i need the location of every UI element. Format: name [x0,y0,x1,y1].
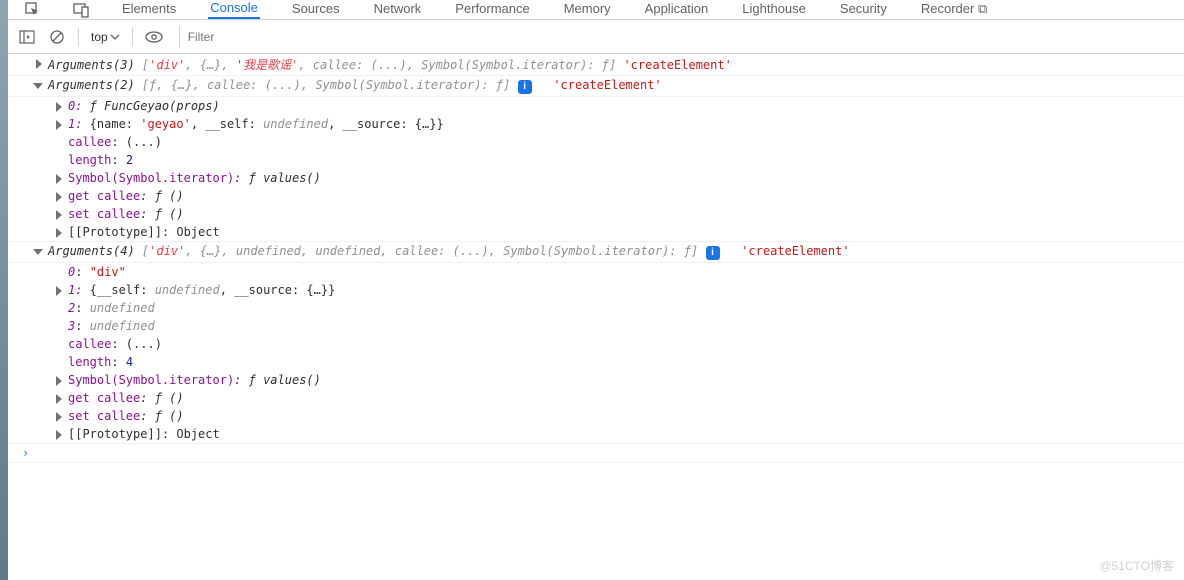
expand-arrow-icon[interactable] [56,286,62,296]
tab-elements[interactable]: Elements [120,1,178,18]
object-prop[interactable]: 1: {__self: undefined, __source: {…}} [8,281,1184,299]
object-prop: 2: undefined [8,299,1184,317]
object-prop[interactable]: get callee: ƒ () [8,389,1184,407]
context-selector[interactable]: top [91,30,120,44]
clear-console-icon[interactable] [48,28,66,46]
tab-security[interactable]: Security [838,1,889,18]
tab-sources[interactable]: Sources [290,1,342,18]
console-toolbar: top [8,20,1184,54]
tab-application[interactable]: Application [643,1,711,18]
expand-arrow-icon[interactable] [56,102,62,112]
console-prompt[interactable]: › [8,444,1184,463]
collapse-arrow-icon[interactable] [33,83,43,89]
object-prop[interactable]: [[Prototype]]: Object [8,223,1184,242]
object-prop[interactable]: set callee: ƒ () [8,205,1184,223]
device-toggle-icon[interactable] [72,1,90,19]
object-prop[interactable]: Symbol(Symbol.iterator): ƒ values() [8,169,1184,187]
object-prop[interactable]: 1: {name: 'geyao', __self: undefined, __… [8,115,1184,133]
expand-arrow-icon[interactable] [56,228,62,238]
object-prop: length: 4 [8,353,1184,371]
expand-arrow-icon[interactable] [56,210,62,220]
log-summary[interactable]: Arguments(3) ['div', {…}, '我是歌谣', callee… [48,58,623,72]
expand-arrow-icon[interactable] [56,412,62,422]
log-tag: 'createElement' [553,78,661,92]
expand-arrow-icon[interactable] [56,376,62,386]
expand-arrow-icon[interactable] [56,394,62,404]
info-icon[interactable]: i [706,246,720,260]
log-entry: Arguments(3) ['div', {…}, '我是歌谣', callee… [8,54,1184,76]
live-expression-icon[interactable] [145,28,163,46]
preview-icon: ⧉ [978,1,987,16]
object-prop[interactable]: [[Prototype]]: Object [8,425,1184,444]
window-edge [0,0,8,580]
collapse-arrow-icon[interactable] [33,249,43,255]
sidebar-toggle-icon[interactable] [18,28,36,46]
filter-input[interactable] [179,26,1174,48]
expand-arrow-icon[interactable] [56,120,62,130]
chevron-down-icon [110,32,120,42]
watermark: @51CTO博客 [1099,557,1174,574]
tab-lighthouse[interactable]: Lighthouse [740,1,808,18]
object-prop[interactable]: callee: (...) [8,335,1184,353]
tab-network[interactable]: Network [372,1,424,18]
expand-arrow-icon[interactable] [36,59,42,69]
log-tag: 'createElement' [741,244,849,258]
object-prop: length: 2 [8,151,1184,169]
separator [78,28,79,46]
object-prop[interactable]: get callee: ƒ () [8,187,1184,205]
console-log: Arguments(3) ['div', {…}, '我是歌谣', callee… [8,54,1184,463]
log-tag: 'createElement' [623,58,731,72]
object-prop[interactable]: Symbol(Symbol.iterator): ƒ values() [8,371,1184,389]
tab-console[interactable]: Console [208,0,260,19]
object-prop: 0: "div" [8,263,1184,281]
object-prop[interactable]: callee: (...) [8,133,1184,151]
tab-recorder[interactable]: Recorder ⧉ [919,1,989,19]
expand-arrow-icon[interactable] [56,192,62,202]
expand-arrow-icon[interactable] [56,174,62,184]
log-entry: Arguments(2) [ƒ, {…}, callee: (...), Sym… [8,76,1184,97]
devtools-tabs: Elements Console Sources Network Perform… [8,0,1184,20]
inspect-icon[interactable] [24,1,42,19]
info-icon[interactable]: i [518,80,532,94]
object-prop[interactable]: 0: ƒ FuncGeyao(props) [8,97,1184,115]
separator [132,28,133,46]
context-label: top [91,30,108,44]
tab-performance[interactable]: Performance [453,1,531,18]
object-prop: 3: undefined [8,317,1184,335]
expand-arrow-icon[interactable] [56,430,62,440]
object-prop[interactable]: set callee: ƒ () [8,407,1184,425]
log-summary[interactable]: Arguments(4) ['div', {…}, undefined, und… [48,244,706,258]
log-summary[interactable]: Arguments(2) [ƒ, {…}, callee: (...), Sym… [48,78,518,92]
tab-memory[interactable]: Memory [562,1,613,18]
log-entry: Arguments(4) ['div', {…}, undefined, und… [8,242,1184,263]
